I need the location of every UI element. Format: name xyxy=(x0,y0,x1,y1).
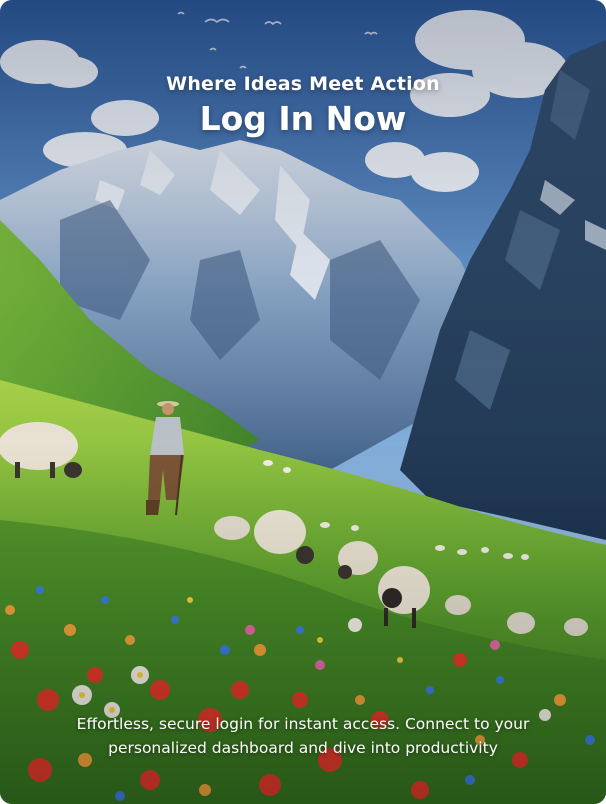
hero-description: Effortless, secure login for instant acc… xyxy=(76,715,530,757)
login-hero-panel: Where Ideas Meet Action Log In Now Effor… xyxy=(0,0,606,804)
hero-title: Log In Now xyxy=(199,99,407,138)
hero-header: Where Ideas Meet Action Log In Now xyxy=(0,70,606,140)
hero-subtitle: Where Ideas Meet Action xyxy=(166,73,440,95)
